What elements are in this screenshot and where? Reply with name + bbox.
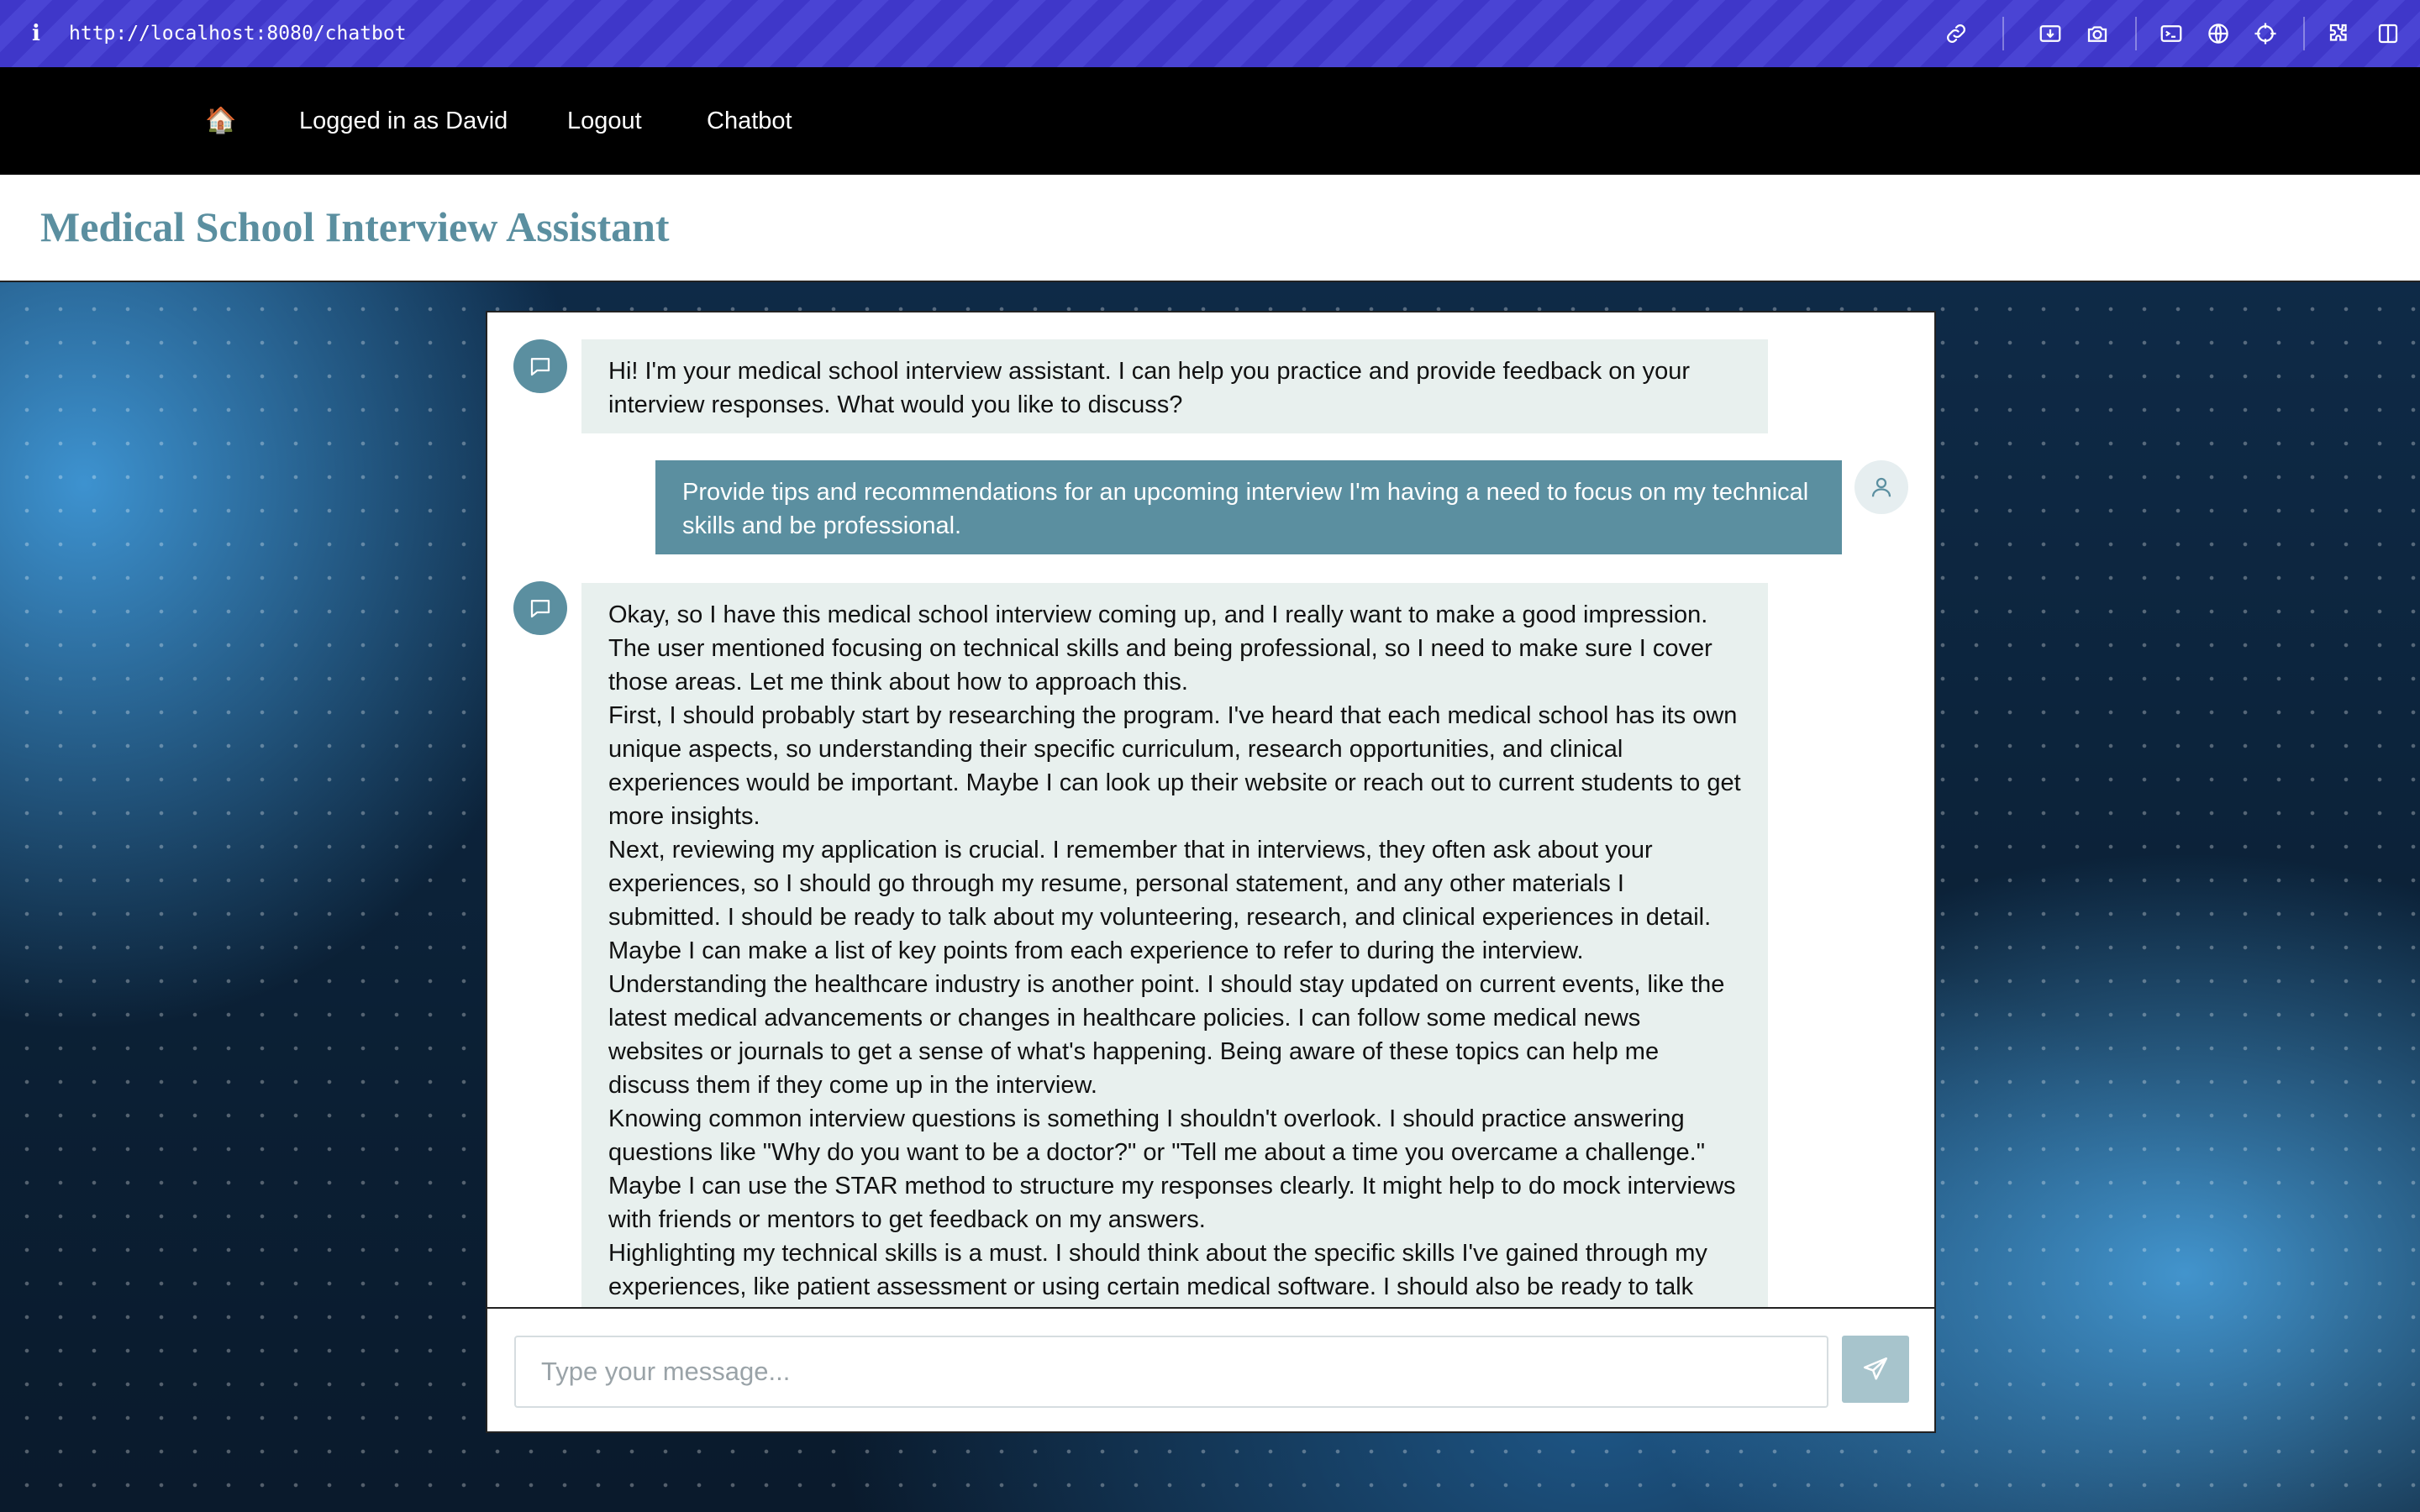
message-composer [487, 1307, 1934, 1431]
message-bubble: Hi! I'm your medical school interview as… [581, 339, 1768, 433]
message-paragraph: Next, reviewing my application is crucia… [608, 837, 1712, 964]
message-bubble: Provide tips and recommendations for an … [655, 460, 1842, 554]
chat-bubble-icon [513, 581, 567, 635]
message-bubble: Okay, so I have this medical school inte… [581, 583, 1768, 1307]
toolbar-divider [2135, 17, 2137, 50]
browser-toolbar: i http://localhost:8080/chatbot [0, 0, 2420, 67]
chat-bubble-icon [513, 339, 567, 393]
extensions-icon[interactable] [2324, 18, 2354, 49]
toolbar-divider [2303, 17, 2305, 50]
chatbot-link[interactable]: Chatbot [707, 104, 792, 138]
message-paragraph: Knowing common interview questions is so… [608, 1105, 1736, 1233]
message-paragraph: First, I should probably start by resear… [608, 702, 1741, 830]
camera-icon[interactable] [2082, 18, 2112, 49]
message-list[interactable]: Hi! I'm your medical school interview as… [487, 312, 1934, 1307]
toolbar-divider [2002, 17, 2004, 50]
page-title: Medical School Interview Assistant [40, 203, 670, 250]
message-text: Hi! I'm your medical school interview as… [608, 358, 1691, 418]
link-icon[interactable] [1941, 18, 1971, 49]
logout-link[interactable]: Logout [567, 104, 642, 138]
crosshair-icon[interactable] [2250, 18, 2281, 49]
globe-icon[interactable] [2203, 18, 2233, 49]
info-icon[interactable]: i [25, 18, 47, 49]
address-bar-url[interactable]: http://localhost:8080/chatbot [69, 20, 407, 47]
user-icon [1854, 460, 1908, 514]
message-input[interactable] [514, 1336, 1828, 1408]
sidebar-icon[interactable] [2373, 18, 2403, 49]
send-button[interactable] [1842, 1336, 1909, 1403]
screenshot-area-icon[interactable] [2035, 18, 2065, 49]
terminal-icon[interactable] [2156, 18, 2186, 49]
message-text: Provide tips and recommendations for an … [682, 479, 1809, 539]
message-paragraph: Understanding the healthcare industry is… [608, 971, 1725, 1099]
page-header: Medical School Interview Assistant [0, 175, 2420, 282]
site-nav: 🏠 Logged in as David Logout Chatbot [0, 67, 2420, 175]
logged-in-label: Logged in as David [299, 108, 508, 134]
send-icon [1863, 1357, 1888, 1380]
chat-window: Hi! I'm your medical school interview as… [486, 311, 1936, 1433]
message-paragraph: Highlighting my technical skills is a mu… [608, 1240, 1707, 1300]
home-icon[interactable]: 🏠 [205, 104, 236, 138]
message-paragraph: Okay, so I have this medical school inte… [608, 601, 1712, 696]
